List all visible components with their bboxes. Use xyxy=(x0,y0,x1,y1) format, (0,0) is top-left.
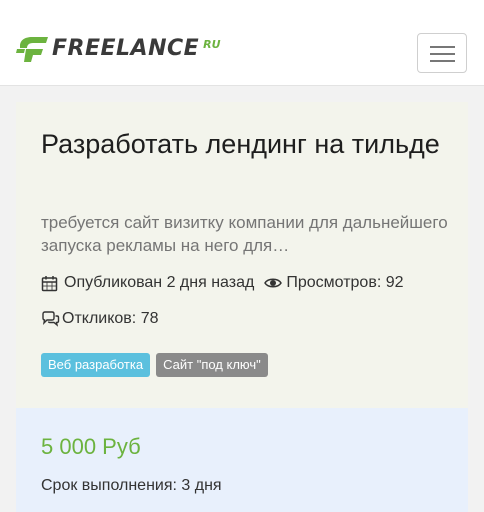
logo-text: FREELANCE xyxy=(52,36,200,61)
project-tags: Веб разработка Сайт "под ключ" xyxy=(41,353,268,377)
freelance-logo-icon xyxy=(16,37,48,62)
calendar-icon xyxy=(41,275,58,291)
responses-label: Откликов: 78 xyxy=(62,310,159,327)
site-logo[interactable]: FREELANCE RU xyxy=(16,34,221,64)
eye-icon xyxy=(264,278,283,288)
project-deadline: Срок выполнения: 3 дня xyxy=(41,477,222,494)
hamburger-menu-icon xyxy=(430,46,455,48)
published-label: Опубликован 2 дня назад xyxy=(64,274,255,291)
responses-info: Откликов: 78 xyxy=(41,310,159,328)
published-info: Опубликован 2 дня назад Просмотров: 92 xyxy=(41,274,404,292)
views-label: Просмотров: 92 xyxy=(286,274,404,291)
project-title[interactable]: Разработать лендинг на тильде xyxy=(41,126,441,163)
site-header: FREELANCE RU xyxy=(0,0,484,86)
menu-toggle-button[interactable] xyxy=(417,33,467,73)
project-description: требуется сайт визитку компании для даль… xyxy=(41,213,448,255)
comments-icon xyxy=(42,311,60,327)
logo-suffix: RU xyxy=(203,37,221,51)
tag-web-development[interactable]: Веб разработка xyxy=(41,353,151,377)
offer-card xyxy=(16,408,468,512)
tag-turnkey-site[interactable]: Сайт "под ключ" xyxy=(156,353,268,377)
project-price: 5 000 Руб xyxy=(41,434,141,459)
